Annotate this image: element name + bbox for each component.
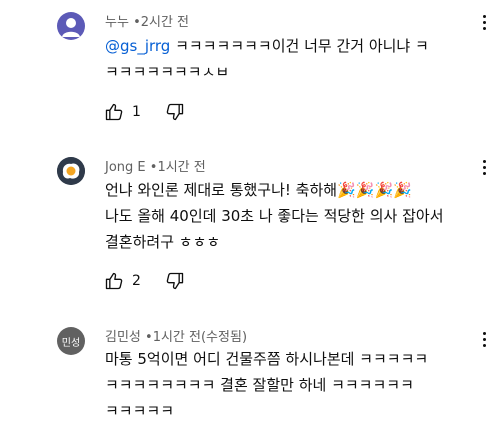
more-options-button[interactable]	[476, 12, 492, 32]
comment-text: 언냐 와인론 제대로 통했구나! 축하해🎉🎉🎉🎉 나도 올해 40인데 30초 …	[105, 181, 444, 251]
like-count: 2	[132, 273, 141, 289]
like-button[interactable]: 1	[104, 102, 165, 122]
like-count: 1	[132, 104, 141, 120]
dislike-button[interactable]	[165, 271, 185, 291]
author-name[interactable]: Jong E	[105, 160, 146, 175]
thumbs-down-icon	[166, 103, 184, 121]
meta-separator: •	[145, 330, 153, 345]
author-name[interactable]: 누누	[105, 15, 129, 30]
comment-time[interactable]: 1시간 전	[157, 160, 205, 175]
like-button[interactable]: 2	[104, 271, 165, 291]
author-name[interactable]: 김민성	[105, 330, 141, 345]
more-options-button[interactable]	[476, 157, 492, 177]
comment-meta: Jong E •1시간 전	[105, 156, 206, 175]
comment-text: 마통 5억이면 어디 건물주쯤 하시나본데 ㅋㅋㅋㅋㅋ ㅋㅋㅋㅋㅋㅋㅋㅋ 결혼 …	[105, 350, 429, 420]
default-user-icon	[62, 18, 80, 37]
avatar[interactable]	[57, 12, 85, 40]
meta-separator: •	[133, 15, 141, 30]
more-options-button[interactable]	[476, 329, 492, 349]
comment-actions: 2	[104, 270, 185, 292]
comment-time[interactable]: 2시간 전	[141, 15, 189, 30]
comment-actions: 1	[104, 101, 185, 123]
thumbs-up-icon	[105, 272, 123, 290]
mention-link[interactable]: @gs_jrrg	[105, 37, 170, 55]
avatar-initials: 민성	[61, 337, 81, 349]
thumbs-up-icon	[105, 103, 123, 121]
dislike-button[interactable]	[165, 102, 185, 122]
avatar[interactable]: 민성	[57, 327, 85, 355]
comment-meta: 누누 •2시간 전	[105, 11, 189, 30]
comment-meta: 김민성 •1시간 전(수정됨)	[105, 326, 247, 345]
comment-text: @gs_jrrg ㅋㅋㅋㅋㅋㅋㅋ이건 너무 간거 아니냐 ㅋ ㅋㅋㅋㅋㅋㅋㅋㅅㅂ	[105, 33, 465, 85]
thumbs-down-icon	[166, 272, 184, 290]
comment-time[interactable]: 1시간 전(수정됨)	[153, 330, 247, 345]
fried-egg-icon	[57, 157, 85, 185]
avatar[interactable]	[57, 157, 85, 185]
